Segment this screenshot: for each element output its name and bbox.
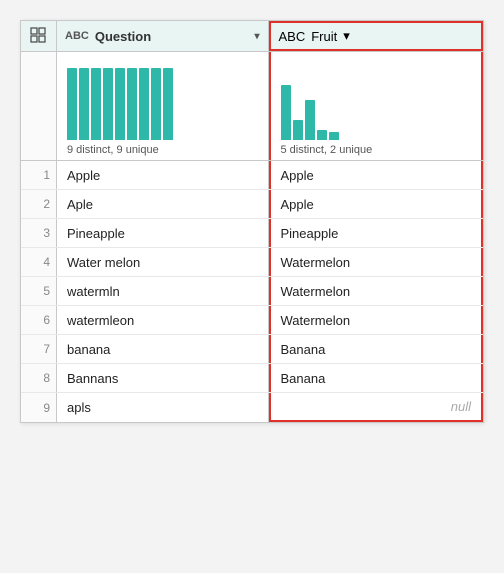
fruit-bars [281,60,472,140]
fruit-cell: Pineapple [269,219,484,247]
table-row: 6watermleonWatermelon [21,306,483,335]
chart-row: 9 distinct, 9 unique 5 distinct, 2 uniqu… [21,52,483,161]
table-row: 7bananaBanana [21,335,483,364]
fruit-cell: null [269,393,484,422]
row-number: 1 [21,161,57,189]
bar [281,85,291,140]
data-rows: 1AppleApple2ApleApple3PineapplePineapple… [21,161,483,422]
bar [163,68,173,140]
question-cell: banana [57,335,269,363]
fruit-cell: Banana [269,364,484,392]
fruit-chart-label: 5 distinct, 2 unique [281,144,472,156]
bar [293,120,303,140]
table-row: 8BannansBanana [21,364,483,393]
question-bars [67,60,258,140]
question-cell: watermln [57,277,269,305]
row-number: 9 [21,393,57,422]
bar [103,68,113,140]
table-row: 1AppleApple [21,161,483,190]
row-number: 2 [21,190,57,218]
bar [115,68,125,140]
bar [305,100,315,140]
fruit-cell: Apple [269,161,484,189]
question-col-label: Question [95,29,249,44]
question-cell: apls [57,393,269,422]
question-cell: Water melon [57,248,269,276]
question-col-header[interactable]: ABC Question ▾ [57,21,269,51]
fruit-cell: Banana [269,335,484,363]
row-number: 4 [21,248,57,276]
question-cell: Apple [57,161,269,189]
row-number: 7 [21,335,57,363]
bar [67,68,77,140]
grid-icon [30,27,48,45]
question-cell: watermleon [57,306,269,334]
bar [329,132,339,140]
table-row: 9apls null [21,393,483,422]
chart-row-num [21,52,57,160]
bar [127,68,137,140]
question-col-dropdown[interactable]: ▾ [254,31,259,42]
fruit-col-header[interactable]: ABC Fruit ▾ [269,21,484,51]
question-chart-label: 9 distinct, 9 unique [67,144,258,156]
row-number: 8 [21,364,57,392]
bar [139,68,149,140]
bar [79,68,89,140]
bar [151,68,161,140]
fruit-col-label: Fruit [311,29,337,44]
row-number: 5 [21,277,57,305]
question-cell: Aple [57,190,269,218]
row-number: 3 [21,219,57,247]
table-row: 4Water melonWatermelon [21,248,483,277]
fruit-cell: Watermelon [269,248,484,276]
bar [317,130,327,140]
bar [91,68,101,140]
grid-icon-cell [21,21,57,51]
table-row: 5watermlnWatermelon [21,277,483,306]
fruit-cell: Watermelon [269,306,484,334]
question-cell: Pineapple [57,219,269,247]
table-row: 2ApleApple [21,190,483,219]
fruit-col-icon: ABC [279,29,306,44]
fruit-col-dropdown[interactable]: ▾ [343,28,350,44]
fruit-cell: Watermelon [269,277,484,305]
fruit-cell: Apple [269,190,484,218]
question-cell: Bannans [57,364,269,392]
fruit-chart-cell: 5 distinct, 2 unique [269,52,484,160]
question-col-icon: ABC [65,30,89,42]
row-number: 6 [21,306,57,334]
header-row: ABC Question ▾ ABC Fruit ▾ [21,21,483,52]
null-value: null [451,399,471,414]
table-row: 3PineapplePineapple [21,219,483,248]
data-table: ABC Question ▾ ABC Fruit ▾ 9 distinct, 9… [20,20,484,423]
question-chart-cell: 9 distinct, 9 unique [57,52,269,160]
